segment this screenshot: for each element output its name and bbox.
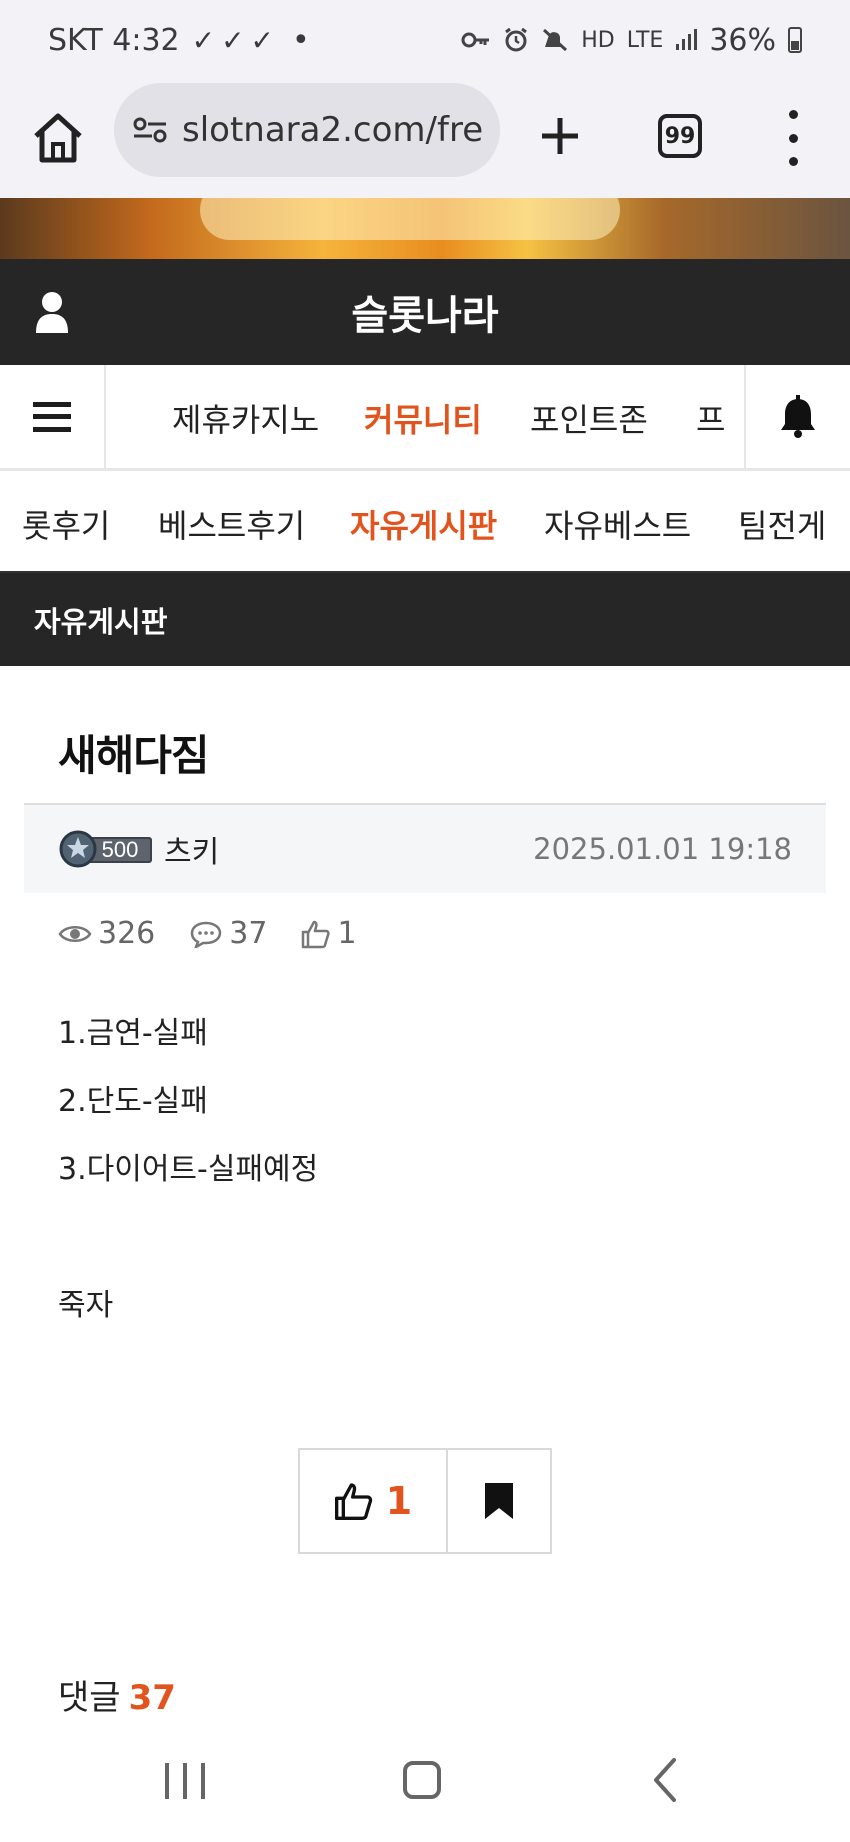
lte-label: LTE — [626, 27, 664, 53]
sub-nav-item-free-board[interactable]: 자유게시판 — [350, 501, 497, 547]
comments-label: 댓글 — [58, 1678, 121, 1718]
author-name[interactable]: 츠키 — [164, 827, 219, 871]
alarm-icon — [505, 27, 528, 52]
post-stats: 326 37 1 — [58, 916, 357, 951]
address-bar[interactable]: slotnara2.com/fre — [114, 83, 500, 177]
url-text: slotnara2.com/fre — [182, 110, 484, 150]
views-stat: 326 — [58, 916, 155, 951]
views-count: 326 — [98, 916, 156, 951]
nav-item-community[interactable]: 커뮤니티 — [364, 395, 482, 441]
hd-voice-label: HD — [581, 27, 615, 53]
status-left: SKT 4:32 ✓✓✓ • — [48, 23, 310, 58]
post-line-2: 2.단도-실패 — [58, 1084, 208, 1119]
site-settings-icon[interactable] — [132, 116, 168, 144]
sub-nav-item-review[interactable]: 롯후기 — [22, 501, 110, 547]
level-number: 500 — [102, 837, 139, 862]
key-icon — [461, 32, 490, 48]
back-icon[interactable] — [650, 1756, 680, 1804]
new-tab-icon[interactable] — [538, 106, 582, 166]
comments-header: 댓글 37 — [58, 1670, 176, 1719]
level-badge-icon: 500 — [59, 830, 152, 868]
comment-bubble-icon — [191, 921, 222, 948]
post-date: 2025.01.01 19:18 — [533, 832, 792, 866]
eye-icon — [58, 925, 92, 942]
sub-nav-item-free-best[interactable]: 자유베스트 — [544, 501, 691, 547]
post-actions: 1 — [298, 1448, 552, 1554]
nav-item-truncated[interactable]: 프 — [696, 395, 725, 441]
home-button-icon[interactable] — [403, 1761, 441, 1799]
recent-apps-icon[interactable] — [165, 1763, 205, 1799]
thumbs-up-icon — [334, 1483, 372, 1520]
bookmark-icon — [485, 1483, 513, 1519]
post-line-4: 죽자 — [58, 1288, 114, 1323]
user-icon[interactable] — [34, 289, 70, 333]
status-right: HD LTE 36% — [461, 23, 802, 58]
main-nav: 제휴카지노 커뮤니티 포인트존 프 — [0, 365, 850, 471]
sub-nav: 롯후기 베스트후기 자유게시판 자유베스트 팀전게 — [0, 471, 850, 573]
hamburger-menu-icon[interactable] — [0, 365, 106, 468]
like-button[interactable]: 1 — [300, 1450, 448, 1552]
board-title: 자유게시판 — [34, 604, 168, 639]
nav-item-point-zone[interactable]: 포인트존 — [530, 395, 648, 441]
android-nav-bar — [0, 1726, 850, 1842]
carrier-time: SKT 4:32 — [48, 22, 180, 58]
board-title-bar: 자유게시판 — [0, 573, 850, 666]
more-menu-icon[interactable] — [782, 110, 804, 166]
comments-count: 37 — [229, 916, 268, 951]
like-button-count: 1 — [385, 1479, 413, 1523]
post-title: 새해다짐 — [58, 731, 210, 780]
signal-icon — [676, 29, 698, 50]
browser-toolbar: slotnara2.com/fre 99 — [0, 80, 850, 198]
home-icon[interactable] — [28, 108, 88, 168]
main-nav-items: 제휴카지노 커뮤니티 포인트존 프 — [106, 365, 744, 468]
sub-nav-item-team-battle[interactable]: 팀전게 — [738, 501, 826, 547]
tab-switcher-button[interactable]: 99 — [658, 114, 702, 158]
site-banner-image[interactable] — [0, 198, 850, 259]
bookmark-button[interactable] — [448, 1450, 550, 1552]
bell-icon[interactable] — [744, 365, 850, 468]
site-title[interactable]: 슬롯나라 — [351, 283, 498, 341]
likes-count: 1 — [337, 916, 357, 951]
likes-stat: 1 — [301, 916, 357, 951]
comments-header-count: 37 — [128, 1678, 176, 1718]
post-line-1: 1.금연-실패 — [58, 1016, 208, 1051]
mute-icon — [543, 28, 568, 52]
post-content: 1.금연-실패 2.단도-실패 3.다이어트-실패예정 죽자 — [58, 1010, 318, 1350]
notification-dot: • — [292, 22, 310, 58]
thumbs-up-icon — [302, 920, 331, 948]
nav-item-partner-casino[interactable]: 제휴카지노 — [172, 395, 319, 441]
status-bar: SKT 4:32 ✓✓✓ • HD LTE 36% — [0, 0, 850, 80]
comments-stat: 37 — [189, 916, 267, 951]
post-line-3: 3.다이어트-실패예정 — [58, 1152, 319, 1187]
post-meta-row: 500 츠키 2025.01.01 19:18 — [24, 803, 826, 893]
check-notification-icons: ✓✓✓ — [191, 23, 281, 57]
site-header: 슬롯나라 — [0, 259, 850, 365]
sub-nav-item-best-review[interactable]: 베스트후기 — [158, 501, 305, 547]
battery-icon — [788, 27, 802, 53]
battery-percent: 36% — [709, 22, 776, 58]
